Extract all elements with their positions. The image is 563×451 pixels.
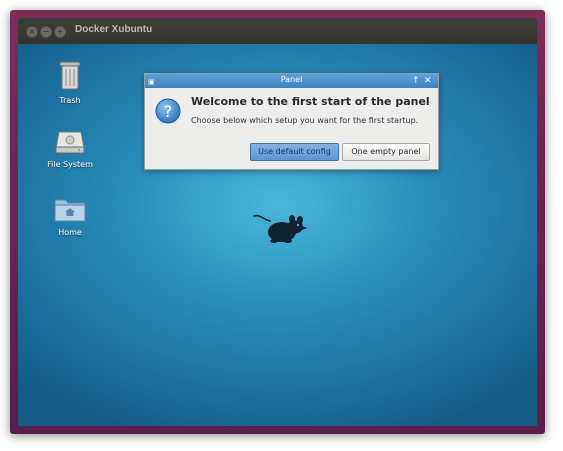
question-icon: ? <box>155 98 181 124</box>
dialog-message: Choose below which setup you want for th… <box>191 116 419 125</box>
svg-text:?: ? <box>164 102 173 121</box>
desktop-icon-label: Home <box>58 228 82 237</box>
window-minimize-icon[interactable]: − <box>40 26 52 38</box>
desktop-icon-home[interactable]: Home <box>35 196 105 237</box>
xfce-desktop[interactable]: Trash File System Home ▣ Panel ↑ ✕ ? Wel… <box>18 44 537 426</box>
dialog-pin-icon[interactable]: ↑ <box>412 75 420 87</box>
window-maximize-icon[interactable]: + <box>54 26 66 38</box>
dialog-heading: Welcome to the first start of the panel <box>191 95 430 108</box>
window-title: Docker Xubuntu <box>75 24 153 35</box>
use-default-config-button[interactable]: Use default config <box>250 143 339 161</box>
dialog-titlebar[interactable]: ▣ Panel ↑ ✕ <box>145 74 438 88</box>
window-titlebar[interactable]: × − + Docker Xubuntu <box>18 18 537 44</box>
docker-xubuntu-window: × − + Docker Xubuntu Trash File System H… <box>10 10 545 434</box>
desktop-icon-trash[interactable]: Trash <box>35 60 105 105</box>
dialog-close-icon[interactable]: ✕ <box>424 75 432 87</box>
desktop-icon-label: File System <box>47 160 93 169</box>
desktop-icon-label: Trash <box>59 96 81 105</box>
trash-icon <box>59 61 81 90</box>
one-empty-panel-button[interactable]: One empty panel <box>342 143 430 161</box>
panel-welcome-dialog: ▣ Panel ↑ ✕ ? Welcome to the first start… <box>144 73 439 170</box>
drive-icon <box>55 131 85 154</box>
window-close-icon[interactable]: × <box>26 26 38 38</box>
home-folder-icon <box>54 199 86 222</box>
desktop-icon-file-system[interactable]: File System <box>35 130 105 169</box>
xfce-mouse-icon <box>253 214 307 243</box>
dialog-title: Panel <box>280 75 303 84</box>
